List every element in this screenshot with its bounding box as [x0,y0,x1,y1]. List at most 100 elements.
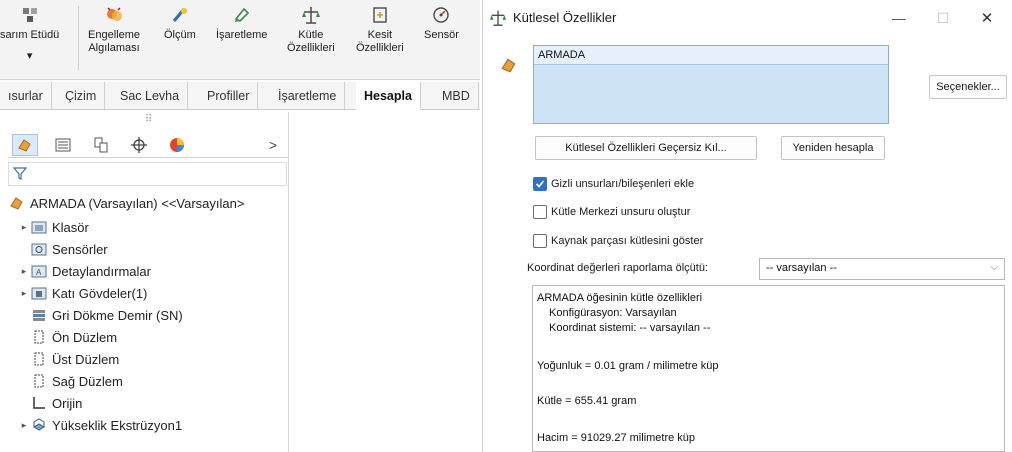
filter-icon [12,166,28,183]
results-header: ARMADA öğesinin kütle özellikleri [537,292,703,304]
mass-properties-dialog: Kütlesel Özellikler — ☐ ✕ ARMADA Seçenek… [482,0,1012,452]
tree-node-label: Katı Gövdeler(1) [52,285,148,301]
results-coordinate-system: Koordinat sistemi: -- varsayılan -- [549,322,711,334]
tab-weldments[interactable]: Profiller [199,82,259,110]
mass-properties-results[interactable]: ARMADA öğesinin kütle özellikleri Konfig… [532,285,1005,452]
solidworks-window: sarım Etüdü ▾ Engelleme Algılaması Ölçüm… [0,0,480,452]
command-manager-ribbon: sarım Etüdü ▾ Engelleme Algılaması Ölçüm… [0,0,480,80]
tab-sketch[interactable]: Çizim [57,82,106,110]
tree-node-solid-bodies[interactable]: ▸ Katı Gövdeler(1) [18,282,148,304]
interference-detection-icon [103,4,125,26]
tree-node-folder[interactable]: ▸ Klasör [18,216,89,238]
tree-node-label: Orijin [52,395,83,411]
sensors-folder-icon [30,240,48,258]
tree-node-label: Sensörler [52,241,108,257]
ribbon-button-design-study[interactable]: sarım Etüdü ▾ [0,4,59,63]
include-hidden-checkbox[interactable]: Gizli unsurları/bileşenleri ekle [533,174,694,194]
tree-node-right-plane[interactable]: Sağ Düzlem [30,370,123,392]
solid-bodies-folder-icon [30,284,48,302]
ribbon-label: İşaretleme [216,29,268,41]
feature-manager-tabs: > [8,132,289,158]
checkbox-label: Kaynak parçası kütlesini göster [551,235,704,247]
mass-properties-icon [300,4,322,26]
ribbon-button-sensor[interactable]: Sensör [424,4,459,42]
ribbon-button-measure[interactable]: Ölçüm [164,4,196,42]
command-manager-tabs: ısurlar Çizim Sac Levha Profiller İşaret… [0,82,480,110]
results-configuration: Konfigürasyon: Varsayılan [549,307,677,319]
ribbon-button-section-properties[interactable]: Kesit Özellikleri [356,4,404,55]
tab-sheet-metal[interactable]: Sac Levha [112,82,189,110]
expand-arrow-icon[interactable]: ▸ [18,420,30,431]
coordinate-system-value: -- varsayılan -- [766,262,837,274]
checkbox-unchecked-icon[interactable] [533,234,547,248]
tree-node-top-plane[interactable]: Üst Düzlem [30,348,119,370]
close-button[interactable]: ✕ [967,4,1007,32]
ribbon-button-interference[interactable]: Engelleme Algılaması [88,4,140,55]
results-mass: Kütle = 655.41 gram [537,395,637,407]
expand-arrow-icon[interactable]: ▸ [18,266,30,277]
tree-node-label: Detaylandırmalar [52,263,151,279]
chevron-down-icon[interactable]: ▾ [27,50,33,63]
display-manager-icon[interactable] [164,134,190,156]
tree-node-label: Ön Düzlem [52,329,118,345]
minimize-button[interactable]: — [879,4,919,32]
tree-node-extrude[interactable]: ▸ Yükseklik Ekstrüzyon1 [18,414,182,436]
checkbox-label: Gizli unsurları/bileşenleri ekle [551,178,695,190]
ribbon-label-line2: Özellikleri [287,42,335,54]
panel-grip-handle[interactable]: ⠿ [8,112,289,130]
property-manager-icon[interactable] [50,134,76,156]
tree-node-sensors[interactable]: Sensörler [30,238,108,260]
plane-icon [30,350,48,368]
create-center-of-mass-checkbox[interactable]: Kütle Merkezi unsuru oluştur [533,202,690,222]
maximize-button[interactable]: ☐ [923,4,963,32]
feature-filter-field[interactable] [8,162,287,186]
extrude-icon [30,416,48,434]
tree-node-label: Gri Dökme Demir (SN) [52,307,183,323]
ribbon-label-line2: Özellikleri [356,42,404,54]
show-weld-bead-mass-checkbox[interactable]: Kaynak parçası kütlesini göster [533,231,703,251]
tree-root-part[interactable]: ARMADA (Varsayılan) <<Varsayılan> [8,192,244,214]
tree-node-front-plane[interactable]: Ön Düzlem [30,326,117,348]
tree-node-material[interactable]: Gri Dökme Demir (SN) [30,304,183,326]
ribbon-separator [78,6,79,70]
recalculate-button[interactable]: Yeniden hesapla [781,136,885,160]
origin-icon [30,394,48,412]
material-icon [30,306,48,324]
ribbon-button-mass-properties[interactable]: Kütle Özellikleri [287,4,335,55]
expand-arrow-icon[interactable]: ▸ [18,222,30,233]
svg-text:A: A [36,268,42,277]
feature-manager-panel: ⠿ > ARMADA (Varsayılan) <<Varsayılan> ▸ … [8,112,289,452]
tab-mbd[interactable]: MBD [434,82,479,110]
tree-node-origin[interactable]: Orijin [30,392,82,414]
tab-features[interactable]: ısurlar [0,82,52,110]
plane-icon [30,328,48,346]
tree-node-annotations[interactable]: ▸ A Detaylandırmalar [18,260,151,282]
selected-item[interactable]: ARMADA [534,46,888,65]
tree-node-label: Klasör [52,219,89,235]
selected-part-icon [500,56,518,74]
override-mass-properties-button[interactable]: Kütlesel Özellikleri Geçersiz Kıl... [535,136,757,160]
checkbox-unchecked-icon[interactable] [533,205,547,219]
plane-icon [30,372,48,390]
ribbon-label: sarım Etüdü [0,29,60,41]
checkbox-label: Kütle Merkezi unsuru oluştur [551,206,691,218]
chevron-down-icon: ⌵ [990,262,998,273]
expand-arrow-icon[interactable]: ▸ [18,288,30,299]
tree-node-label: Sağ Düzlem [52,373,123,389]
coordinate-system-select[interactable]: -- varsayılan -- ⌵ [759,258,1005,280]
part-config-icon[interactable] [12,134,38,156]
ribbon-button-markup[interactable]: İşaretleme [216,4,267,42]
dimxpert-icon[interactable] [126,134,152,156]
selected-items-list[interactable]: ARMADA [533,45,889,124]
checkbox-checked-icon[interactable] [533,177,547,191]
tab-evaluate[interactable]: Hesapla [356,82,421,110]
tab-markup[interactable]: İşaretleme [270,82,346,110]
dialog-titlebar[interactable]: Kütlesel Özellikler — ☐ ✕ [483,0,1012,36]
more-tabs-button[interactable]: > [260,134,286,156]
coordinate-system-label: Koordinat değerleri raporlama ölçütü: [527,262,708,274]
dialog-title: Kütlesel Özellikler [513,10,617,25]
configuration-manager-icon[interactable] [88,134,114,156]
ribbon-label: Kesit [367,29,393,41]
results-volume: Hacim = 91029.27 milimetre küp [537,432,696,444]
options-button[interactable]: Seçenekler... [929,75,1007,99]
